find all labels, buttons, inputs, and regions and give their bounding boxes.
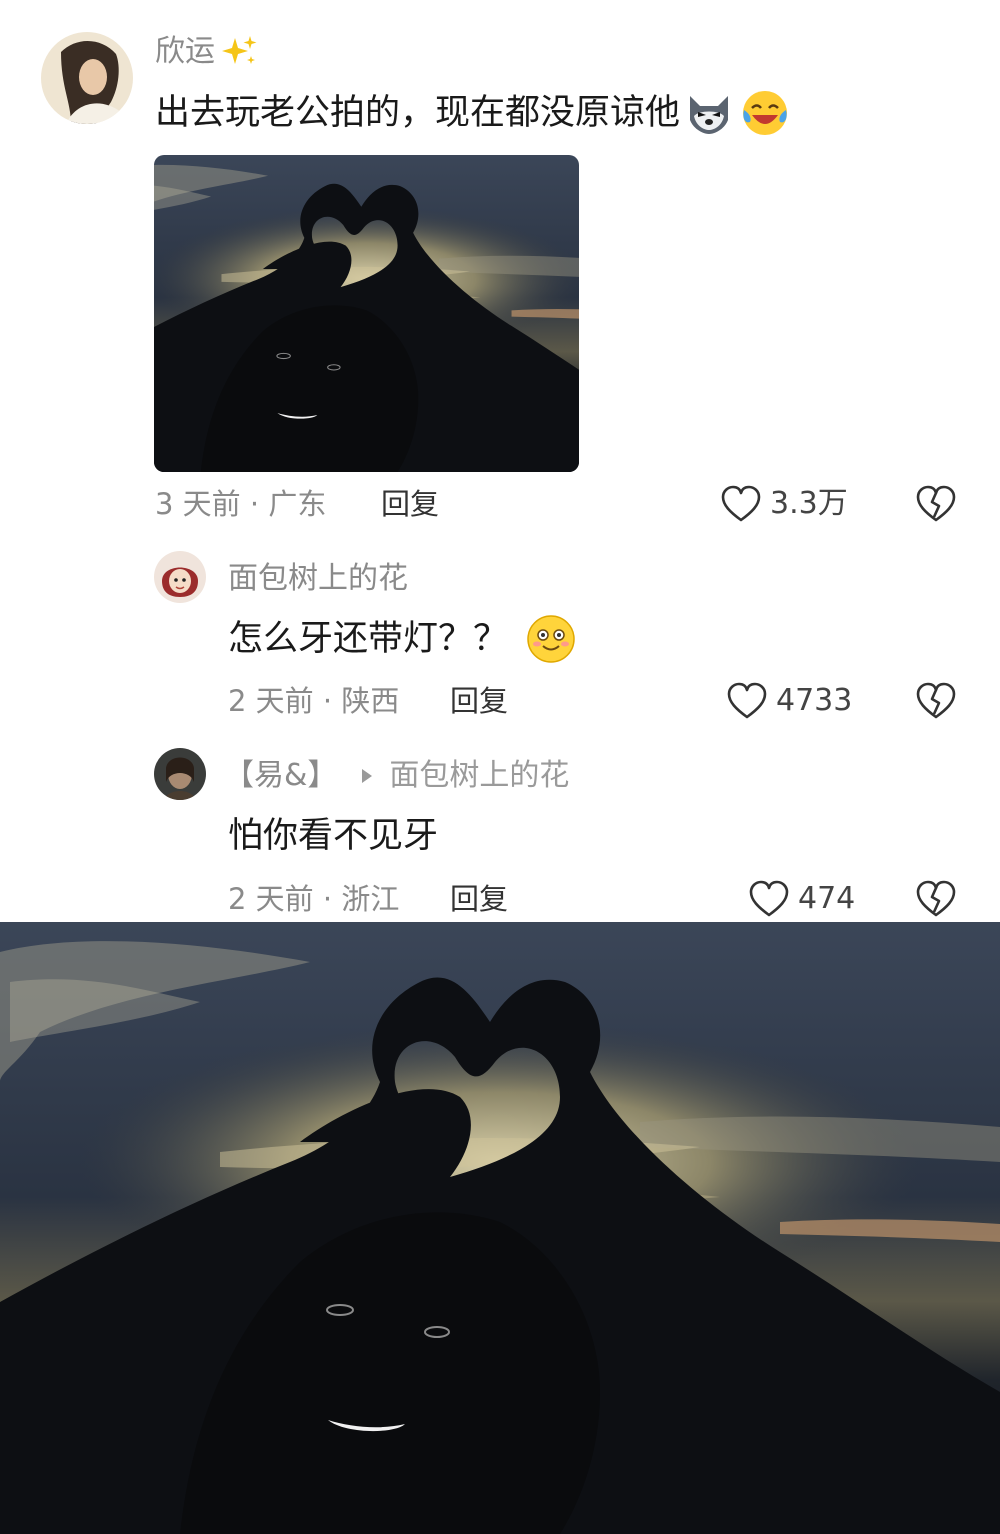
like-count: 3.3万 — [770, 486, 848, 521]
sparkle-icon — [221, 34, 259, 70]
smile-emoji-icon — [526, 614, 576, 664]
time-location: 3 天前 · 广东 — [155, 487, 327, 521]
crying-laughing-emoji-icon — [740, 88, 790, 138]
heart-icon — [726, 681, 768, 721]
time-location: 2 天前 · 陕西 — [228, 684, 400, 718]
username-row: 欣运 — [155, 34, 259, 70]
like-button[interactable]: 3.3万 — [720, 482, 848, 526]
broken-heart-icon[interactable] — [915, 879, 957, 919]
reply-button[interactable]: 回复 — [381, 486, 439, 522]
comment-text: 怎么牙还带灯？？ — [228, 619, 509, 659]
broken-heart-icon[interactable] — [915, 484, 957, 524]
play-arrow-icon — [359, 766, 375, 786]
comment-text-row: 出去玩老公拍的，现在都没原谅他 — [155, 88, 790, 138]
time-location: 2 天前 · 浙江 — [228, 882, 400, 916]
comment-text: 出去玩老公拍的，现在都没原谅他 — [155, 93, 681, 133]
like-count: 4733 — [776, 683, 853, 718]
reply-button[interactable]: 回复 — [450, 881, 508, 917]
comment-text: 怕你看不见牙 — [228, 816, 439, 856]
heart-icon — [748, 879, 790, 919]
like-count: 474 — [798, 881, 856, 916]
username[interactable]: 【易&】 — [224, 758, 337, 794]
like-button[interactable]: 474 — [748, 877, 855, 921]
username-row: 【易&】 面包树上的花 — [224, 758, 569, 794]
reply-button[interactable]: 回复 — [450, 683, 508, 719]
broken-heart-icon[interactable] — [915, 681, 957, 721]
reply-to-username[interactable]: 面包树上的花 — [389, 758, 569, 794]
username[interactable]: 欣运 — [155, 34, 215, 70]
avatar[interactable] — [154, 748, 206, 800]
username[interactable]: 面包树上的花 — [228, 561, 408, 597]
heart-icon — [720, 484, 762, 524]
enlarged-photo — [0, 922, 1000, 1534]
like-button[interactable]: 4733 — [726, 679, 852, 723]
comment-text-row: 怎么牙还带灯？？ — [228, 614, 576, 664]
avatar[interactable] — [41, 32, 133, 124]
wolf-emoji-icon — [684, 90, 734, 136]
avatar[interactable] — [154, 551, 206, 603]
comment-image-thumbnail[interactable] — [154, 155, 579, 472]
